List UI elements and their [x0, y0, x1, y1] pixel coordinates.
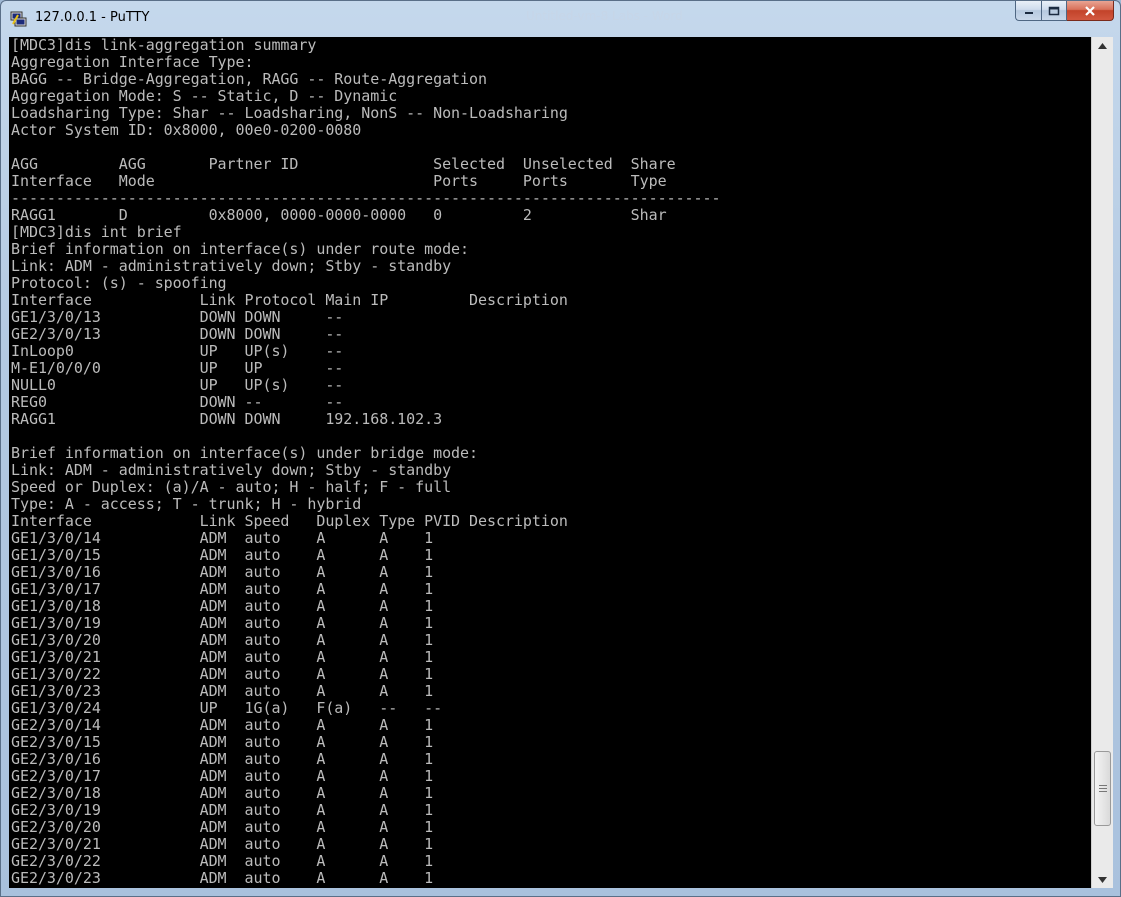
minimize-icon [1024, 11, 1033, 14]
terminal-line: Type: A - access; T - trunk; H - hybrid [11, 495, 362, 513]
terminal-line: Loadsharing Type: Shar -- Loadsharing, N… [11, 104, 568, 122]
terminal-line: GE2/3/0/18 ADM auto A A 1 [11, 784, 434, 802]
terminal-line: Speed or Duplex: (a)/A - auto; H - half;… [11, 478, 452, 496]
terminal-line: GE1/3/0/18 ADM auto A A 1 [11, 597, 434, 615]
background-window-title: Untitled-vm-8 Labs - Word [526, 9, 683, 23]
scrollbar-thumb[interactable] [1094, 751, 1111, 827]
terminal-line: AGG AGG Partner ID Selected Unselected S… [11, 155, 676, 173]
terminal-line: BAGG -- Bridge-Aggregation, RAGG -- Rout… [11, 70, 487, 88]
window-controls [1015, 1, 1114, 22]
maximize-icon [1048, 6, 1060, 15]
scroll-down-button[interactable] [1093, 871, 1112, 888]
terminal-screen[interactable]: [MDC3]dis link-aggregation summary Aggreg… [9, 37, 1091, 888]
grip-icon [1098, 785, 1107, 793]
minimize-button[interactable] [1015, 1, 1041, 21]
terminal-line: GE2/3/0/23 ADM auto A A 1 [11, 869, 434, 887]
terminal-line: Interface Mode Ports Ports Type [11, 172, 667, 190]
terminal-line: GE1/3/0/20 ADM auto A A 1 [11, 631, 434, 649]
terminal-line: Link: ADM - administratively down; Stby … [11, 257, 452, 275]
terminal-line: Link: ADM - administratively down; Stby … [11, 461, 452, 479]
terminal-line: GE2/3/0/14 ADM auto A A 1 [11, 716, 434, 734]
terminal-line: InLoop0 UP UP(s) -- [11, 342, 344, 360]
arrow-up-icon [1098, 42, 1107, 49]
title-bar[interactable]: 127.0.0.1 - PuTTY Untitled-vm-8 Labs - W… [1, 1, 1120, 37]
terminal-line: GE1/3/0/16 ADM auto A A 1 [11, 563, 434, 581]
terminal-line: GE1/3/0/22 ADM auto A A 1 [11, 665, 434, 683]
terminal-line: GE1/3/0/21 ADM auto A A 1 [11, 648, 434, 666]
terminal-line: GE2/3/0/15 ADM auto A A 1 [11, 733, 434, 751]
terminal-line: GE1/3/0/19 ADM auto A A 1 [11, 614, 434, 632]
terminal-line: GE1/3/0/13 DOWN DOWN -- [11, 308, 344, 326]
terminal-line: RAGG1 D 0x8000, 0000-0000-0000 0 2 Shar [11, 206, 667, 224]
terminal-line: GE1/3/0/17 ADM auto A A 1 [11, 580, 434, 598]
terminal-line: Interface Link Protocol Main IP Descript… [11, 291, 568, 309]
terminal-line: Brief information on interface(s) under … [11, 240, 470, 258]
terminal-line: GE1/3/0/24 UP 1G(a) F(a) -- -- [11, 699, 443, 717]
maximize-button[interactable] [1041, 1, 1067, 21]
terminal-line: [MDC3]dis link-aggregation summary [11, 37, 317, 54]
terminal-line: GE2/3/0/21 ADM auto A A 1 [11, 835, 434, 853]
terminal-line: GE2/3/0/13 DOWN DOWN -- [11, 325, 344, 343]
arrow-down-icon [1098, 876, 1107, 883]
terminal-line: NULL0 UP UP(s) -- [11, 376, 344, 394]
scroll-up-button[interactable] [1093, 37, 1112, 54]
terminal-line: GE1/3/0/15 ADM auto A A 1 [11, 546, 434, 564]
terminal-line: [MDC3]dis int brief [11, 223, 182, 241]
putty-icon[interactable] [10, 10, 28, 28]
terminal-line: Aggregation Mode: S -- Static, D -- Dyna… [11, 87, 398, 105]
terminal-line: Protocol: (s) - spoofing [11, 274, 227, 292]
terminal-line: GE2/3/0/22 ADM auto A A 1 [11, 852, 434, 870]
terminal-line: GE2/3/0/20 ADM auto A A 1 [11, 818, 434, 836]
terminal-line: RAGG1 DOWN DOWN 192.168.102.3 [11, 410, 443, 428]
window-title: 127.0.0.1 - PuTTY [35, 10, 150, 25]
terminal-line: GE2/3/0/17 ADM auto A A 1 [11, 767, 434, 785]
terminal-output: [MDC3]dis link-aggregation summary Aggreg… [9, 37, 1091, 887]
terminal-line: ----------------------------------------… [11, 189, 721, 207]
terminal-line: M-E1/0/0/0 UP UP -- [11, 359, 344, 377]
terminal-line: GE2/3/0/16 ADM auto A A 1 [11, 750, 434, 768]
terminal-line: Actor System ID: 0x8000, 00e0-0200-0080 [11, 121, 362, 139]
terminal-line: Interface Link Speed Duplex Type PVID De… [11, 512, 568, 530]
putty-window: 127.0.0.1 - PuTTY Untitled-vm-8 Labs - W… [0, 0, 1121, 897]
terminal-line: GE1/3/0/14 ADM auto A A 1 [11, 529, 434, 547]
terminal-line: Brief information on interface(s) under … [11, 444, 479, 462]
terminal-line: Aggregation Interface Type: [11, 53, 254, 71]
close-icon [1085, 5, 1095, 16]
vertical-scrollbar[interactable] [1091, 37, 1113, 888]
terminal-line: GE1/3/0/23 ADM auto A A 1 [11, 682, 434, 700]
terminal-line: REG0 DOWN -- -- [11, 393, 344, 411]
close-button[interactable] [1067, 1, 1114, 21]
terminal-line: GE2/3/0/19 ADM auto A A 1 [11, 801, 434, 819]
